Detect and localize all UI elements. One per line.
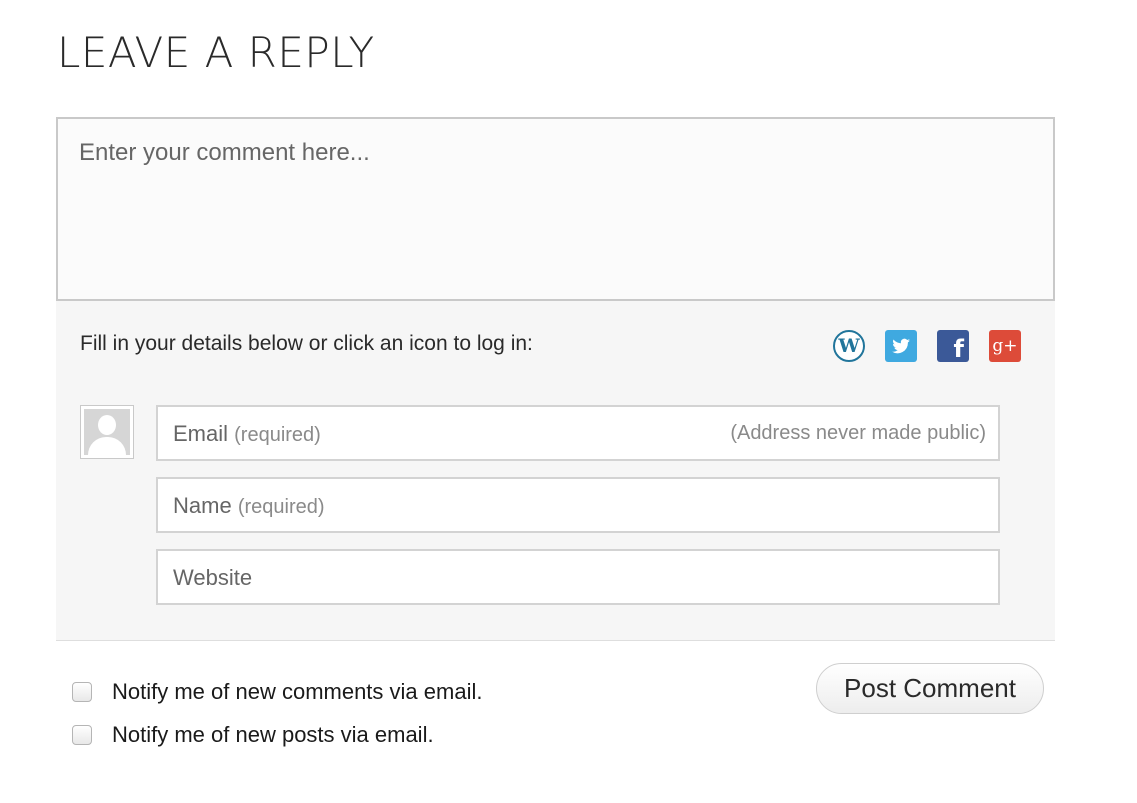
details-panel: Fill in your details below or click an i… xyxy=(56,301,1055,641)
notify-posts-checkbox[interactable] xyxy=(72,725,92,745)
google-plus-icon[interactable]: g+ xyxy=(989,330,1021,362)
notify-posts-option[interactable]: Notify me of new posts via email. xyxy=(72,722,434,748)
notify-posts-label[interactable]: Notify me of new posts via email. xyxy=(112,722,434,748)
comment-textarea[interactable] xyxy=(58,119,1053,299)
website-field[interactable]: Website xyxy=(156,549,1000,605)
avatar xyxy=(80,405,134,459)
login-prompt: Fill in your details below or click an i… xyxy=(80,332,533,355)
notify-comments-label[interactable]: Notify me of new comments via email. xyxy=(112,679,482,705)
default-avatar-icon xyxy=(84,409,130,455)
page-title: LEAVE A REPLY xyxy=(57,28,375,77)
website-input[interactable] xyxy=(158,551,998,603)
name-input[interactable] xyxy=(158,479,998,531)
wordpress-icon[interactable]: W xyxy=(833,330,865,362)
notify-comments-checkbox[interactable] xyxy=(72,682,92,702)
notify-comments-option[interactable]: Notify me of new comments via email. xyxy=(72,679,482,705)
name-field[interactable]: Name (required) xyxy=(156,477,1000,533)
facebook-icon[interactable]: f xyxy=(937,330,969,362)
comment-box[interactable] xyxy=(56,117,1055,301)
post-comment-button[interactable]: Post Comment xyxy=(816,663,1044,714)
email-field[interactable]: Email (required) (Address never made pub… xyxy=(156,405,1000,461)
email-input[interactable] xyxy=(158,407,998,459)
twitter-icon[interactable] xyxy=(885,330,917,362)
